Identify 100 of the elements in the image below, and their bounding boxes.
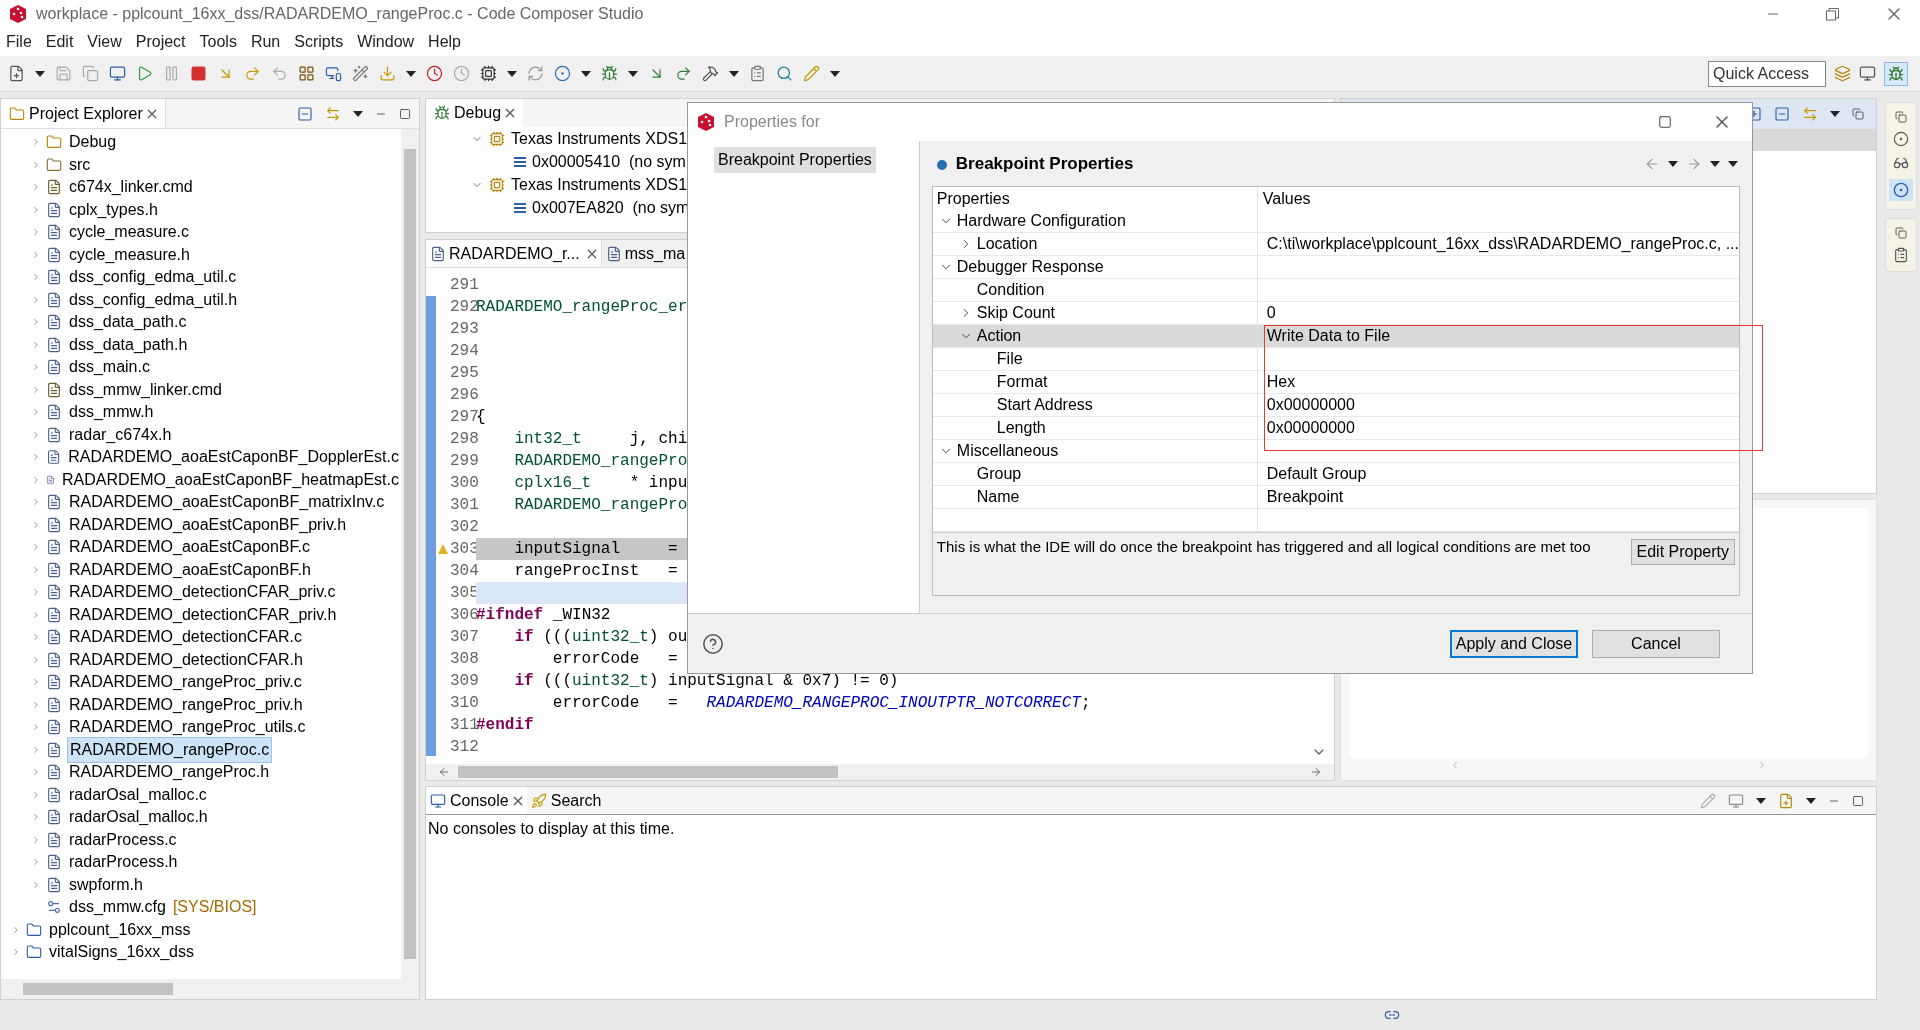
copy-icon[interactable] [82, 65, 99, 82]
tree-item[interactable]: RADARDEMO_detectionCFAR.c [67, 625, 304, 650]
tree-item[interactable]: cycle_measure.h [67, 242, 192, 267]
breakpoints-button[interactable] [1889, 179, 1913, 201]
tree-item[interactable]: RADARDEMO_aoaEstCaponBF_matrixInv.c [67, 490, 387, 515]
tree-item[interactable]: dss_data_path.c [67, 310, 189, 335]
play-icon[interactable] [136, 65, 153, 82]
clipboard-icon[interactable] [1893, 247, 1909, 263]
caret-icon[interactable] [581, 70, 591, 77]
property-value[interactable]: 0 [1266, 304, 1276, 322]
close-icon[interactable] [512, 795, 523, 806]
caret-icon[interactable] [1710, 160, 1720, 167]
new-file-icon[interactable] [8, 65, 25, 82]
maximize-icon[interactable] [399, 107, 411, 120]
horizontal-scrollbar[interactable] [1, 979, 419, 999]
property-value[interactable]: 0x00000000 [1266, 396, 1355, 414]
property-name[interactable]: Action [976, 327, 1022, 345]
tree-item[interactable]: RADARDEMO_aoaEstCaponBF_DopplerEst.c [66, 445, 401, 470]
debug-target[interactable]: Texas Instruments XDS1 [511, 126, 688, 151]
tree-item[interactable]: Debug [67, 130, 119, 155]
list-icon[interactable] [749, 65, 766, 82]
tree-item[interactable]: dss_data_path.h [67, 332, 190, 357]
view-tab[interactable]: Debug [426, 99, 524, 127]
tree-item[interactable]: RADARDEMO_detectionCFAR.h [67, 647, 305, 672]
tree-item[interactable]: RADARDEMO_detectionCFAR_priv.c [67, 580, 338, 605]
view-tab[interactable]: Console [426, 787, 527, 814]
menu-item[interactable]: View [87, 30, 122, 54]
restore-icon[interactable] [1895, 111, 1907, 123]
tree-item[interactable]: radarProcess.h [67, 850, 180, 875]
refresh-icon[interactable] [527, 65, 544, 82]
menu-item[interactable]: Window [357, 30, 415, 54]
maximize-icon[interactable] [1658, 115, 1672, 129]
grid-icon[interactable] [298, 65, 315, 82]
tree-item[interactable]: dss_main.c [67, 355, 152, 380]
tree-item[interactable]: swpform.h [67, 872, 145, 897]
stack-frame[interactable]: 0x00005410 (no sym [532, 149, 686, 174]
menu-item[interactable]: File [6, 30, 32, 54]
tree-item[interactable]: RADARDEMO_aoaEstCaponBF_heatmapEst.c [59, 467, 401, 492]
display-icon[interactable] [1728, 792, 1744, 809]
tree-item[interactable]: RADARDEMO_detectionCFAR_priv.h [67, 602, 339, 627]
horizontal-scrollbar[interactable] [426, 764, 1334, 780]
tree-item[interactable]: dss_mmw.h [67, 400, 156, 425]
tree-item[interactable]: RADARDEMO_aoaEstCaponBF.h [67, 557, 313, 582]
chip-icon[interactable] [480, 65, 497, 82]
property-name[interactable]: Name [976, 488, 1020, 506]
tree-item[interactable]: RADARDEMO_rangeProc_priv.c [67, 670, 304, 695]
debug-target[interactable]: Texas Instruments XDS1 [511, 172, 688, 197]
pause-icon[interactable] [163, 65, 180, 82]
property-value[interactable]: Hex [1266, 373, 1296, 391]
tree-item[interactable]: cycle_measure.c [67, 220, 192, 245]
caret-icon[interactable] [35, 70, 45, 77]
tree-item[interactable]: c674x_linker.cmd [67, 175, 195, 200]
property-name[interactable]: Debugger Response [956, 258, 1104, 276]
tree-item[interactable]: RADARDEMO_rangeProc.c [67, 736, 273, 763]
menu-item[interactable]: Edit [45, 30, 74, 54]
bug-perspective-button[interactable] [1884, 61, 1908, 86]
close-icon[interactable] [586, 248, 597, 259]
new-console-icon[interactable] [1778, 792, 1794, 809]
tree-item[interactable]: radarProcess.c [67, 827, 179, 852]
property-value[interactable]: Write Data to File [1266, 327, 1391, 345]
menu-item[interactable]: Scripts [294, 30, 344, 54]
tree-item[interactable]: dss_config_edma_util.h [67, 287, 240, 312]
vertical-scrollbar[interactable] [401, 129, 419, 979]
tree-item[interactable]: dss_mmw.cfg [67, 895, 168, 920]
caret-icon[interactable] [507, 70, 517, 77]
caret-icon[interactable] [1806, 797, 1816, 804]
tree-item[interactable]: RADARDEMO_rangeProc.h [67, 760, 272, 785]
tree-item[interactable]: RADARDEMO_aoaEstCaponBF.c [67, 535, 312, 560]
caret-icon[interactable] [1756, 797, 1766, 804]
bug-icon[interactable] [601, 65, 618, 82]
monitor-icon[interactable] [325, 65, 342, 82]
monitor-icon[interactable] [109, 65, 126, 82]
ball-icon[interactable] [554, 65, 571, 82]
view-menu-icon[interactable] [1830, 111, 1840, 117]
glasses-icon[interactable] [1893, 155, 1909, 171]
wand-icon[interactable] [352, 65, 369, 82]
menu-item[interactable]: Tools [199, 30, 237, 54]
caret-icon[interactable] [1668, 160, 1678, 167]
property-value[interactable]: Default Group [1266, 465, 1367, 483]
hammer-icon[interactable] [702, 65, 719, 82]
property-name[interactable]: Location [976, 235, 1038, 253]
caret-icon[interactable] [830, 70, 840, 77]
view-tab[interactable]: Search [526, 787, 606, 814]
stop-icon[interactable] [190, 65, 207, 82]
pencil-icon[interactable] [803, 65, 820, 82]
property-name[interactable]: Miscellaneous [956, 442, 1059, 460]
save-icon[interactable] [55, 65, 72, 82]
property-name[interactable]: Length [996, 419, 1046, 437]
close-icon[interactable] [146, 108, 157, 119]
dialog-button[interactable]: Cancel [1592, 629, 1720, 658]
tree-item[interactable]: pplcount_16xx_mss [47, 917, 193, 942]
property-name[interactable]: Condition [976, 281, 1045, 299]
dialog-button[interactable]: Apply and Close [1450, 629, 1578, 658]
scroll-right-icon[interactable] [1310, 766, 1322, 778]
property-name[interactable]: Skip Count [976, 304, 1056, 322]
collapse-all-icon[interactable] [1774, 106, 1790, 122]
menu-icon[interactable] [1728, 160, 1738, 167]
caret-icon[interactable] [628, 70, 638, 77]
restore-icon[interactable] [1826, 7, 1839, 21]
tree-item[interactable]: radar_c674x.h [67, 422, 174, 447]
